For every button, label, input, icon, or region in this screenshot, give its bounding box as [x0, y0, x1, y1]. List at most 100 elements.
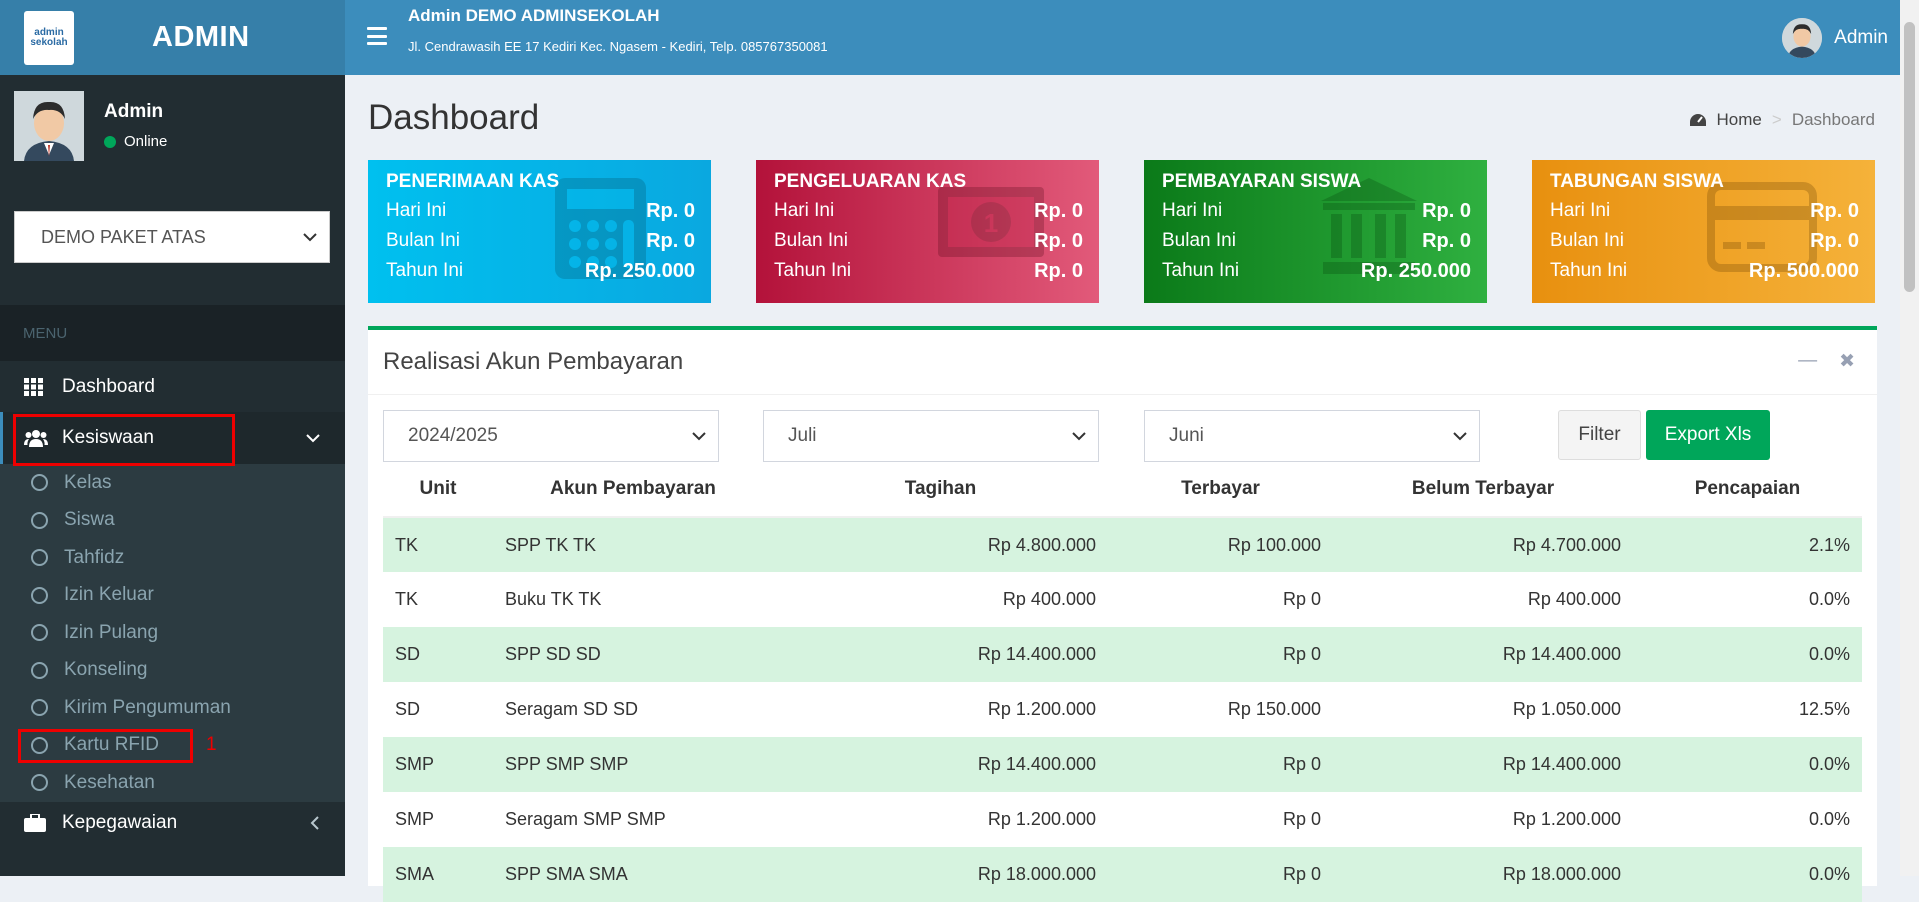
year-select[interactable]: 2024/2025	[383, 410, 719, 462]
submenu-label: Tahfidz	[64, 546, 125, 568]
card-tabungan-siswa: TABUNGAN SISWA Hari Ini Rp. 0 Bulan Ini Rp…	[1532, 160, 1875, 303]
card-row-label: Bulan Ini	[774, 230, 848, 251]
table-cell: Rp 18.000.000	[773, 847, 1108, 902]
submenu-label: Konseling	[64, 659, 148, 681]
card-row-value: Rp. 250.000	[1360, 260, 1471, 282]
nav-kesiswaan[interactable]: Kesiswaan	[0, 412, 345, 466]
chevron-down-icon	[1453, 432, 1467, 441]
top-navbar: Admin DEMO ADMINSEKOLAH Jl. Cendrawasih …	[345, 0, 1900, 75]
table-row: SD Seragam SD SD Rp 1.200.000 Rp 150.000 Rp …	[383, 682, 1862, 737]
submenu-label: Kesehatan	[64, 771, 155, 793]
month-to-select[interactable]: Juni	[1144, 410, 1480, 462]
user-menu[interactable]: Admin	[1782, 18, 1888, 58]
logo-text-line2: sekolah	[30, 36, 68, 48]
submenu-item[interactable]: Konseling	[0, 652, 345, 690]
scrollbar-thumb[interactable]	[1904, 22, 1915, 292]
filter-button[interactable]: Filter	[1558, 410, 1641, 460]
card-row-value: Rp. 0	[1034, 260, 1083, 282]
school-select[interactable]: DEMO PAKET ATAS	[14, 211, 330, 263]
card-row: Hari Ini Rp. 0	[774, 200, 1083, 223]
dashboard-icon	[1689, 114, 1706, 126]
close-icon[interactable]: ✖	[1839, 350, 1855, 373]
menu-header: MENU	[0, 305, 345, 361]
breadcrumb: Home > Dashboard	[1689, 110, 1875, 130]
card-row: Hari Ini Rp. 0	[1550, 200, 1859, 223]
table-cell: Seragam SMP SMP	[505, 809, 666, 829]
school-address: Jl. Cendrawasih EE 17 Kediri Kec. Ngasem…	[408, 39, 828, 54]
table-cell: Rp 1.200.000	[1512, 809, 1621, 829]
card-pembayaran-siswa: PEMBAYARAN SISWA Hari Ini Rp. 0 Bulan Ini…	[1144, 160, 1487, 303]
minimize-icon[interactable]: —	[1798, 350, 1817, 373]
user-status-label: Online	[124, 133, 168, 150]
breadcrumb-current: Dashboard	[1791, 110, 1875, 129]
card-row: Tahun Ini Rp. 500.000	[1550, 260, 1859, 283]
chevron-left-icon	[310, 815, 319, 830]
card-row: Tahun Ini Rp. 0	[774, 260, 1083, 283]
table-cell: Rp 150.000	[1227, 699, 1321, 719]
column-header: Pencapaian	[1633, 462, 1862, 518]
page-title: Dashboard	[368, 98, 540, 137]
column-header: Unit	[383, 462, 493, 518]
table-cell: Seragam SD SD	[505, 699, 639, 719]
column-header: Akun Pembayaran	[493, 462, 773, 518]
table-header-row: Unit Akun Pembayaran Tagihan Terbayar Be…	[383, 462, 1862, 518]
circle-icon	[31, 511, 48, 529]
card-title: TABUNGAN SISWA	[1550, 171, 1724, 192]
avatar	[14, 90, 84, 161]
table-row: SMP Seragam SMP SMP Rp 1.200.000 Rp 0 Rp 1.2…	[383, 792, 1862, 847]
submenu-item[interactable]: Tahfidz	[0, 539, 345, 577]
card-row: Hari Ini Rp. 0	[1162, 200, 1471, 223]
table-cell: SMP	[383, 737, 493, 792]
hamburger-menu-icon[interactable]	[367, 27, 387, 45]
export-xls-button[interactable]: Export Xls	[1646, 410, 1770, 460]
month-from-select[interactable]: Juli	[763, 410, 1099, 462]
breadcrumb-home[interactable]: Home	[1717, 110, 1762, 130]
table-row: SMA SPP SMA SMA Rp 18.000.000 Rp 0 Rp 18.000…	[383, 847, 1862, 902]
card-row: Bulan Ini Rp. 0	[386, 230, 695, 253]
submenu-item[interactable]: Kesehatan	[0, 764, 345, 802]
main-content: Dashboard Home > Dashboard PENERIMAAN KA…	[345, 75, 1900, 902]
submenu-item[interactable]: Kelas	[0, 464, 345, 502]
card-row-value: Rp. 0	[1810, 230, 1859, 252]
submenu-item[interactable]: Siswa	[0, 502, 345, 540]
submenu-item[interactable]: Izin Keluar	[0, 577, 345, 615]
table-cell: Rp 1.200.000	[987, 809, 1096, 829]
card-row-value: Rp. 0	[1422, 230, 1471, 252]
logo-text-line1: admin	[34, 26, 64, 38]
card-penerimaan-kas: PENERIMAAN KAS Hari Ini Rp. 0 Bulan Ini Rp…	[368, 160, 711, 303]
submenu-label: Izin Keluar	[64, 584, 154, 606]
card-row-label: Tahun Ini	[774, 260, 852, 281]
table-cell: 0.0%	[1808, 809, 1850, 829]
table-cell: SMA	[383, 847, 493, 902]
highlight-box	[13, 414, 235, 466]
nav-dashboard[interactable]: Dashboard	[0, 362, 345, 412]
card-row: Tahun Ini Rp. 250.000	[386, 260, 695, 283]
online-status-icon	[104, 135, 116, 148]
submenu-item-kartu-rfid[interactable]: Kartu RFID 1	[0, 727, 345, 765]
card-row-label: Bulan Ini	[386, 230, 460, 251]
table-cell: Rp 14.400.000	[1333, 627, 1633, 682]
realisasi-table: Unit Akun Pembayaran Tagihan Terbayar Be…	[383, 462, 1862, 902]
annotation-number: 1	[206, 734, 217, 756]
nav-kepegawaian[interactable]: Kepegawaian	[0, 802, 345, 844]
logo-bar[interactable]: admin sekolah ADMIN	[0, 0, 345, 75]
submenu-item[interactable]: Kirim Pengumuman	[0, 689, 345, 727]
card-row-label: Tahun Ini	[1162, 260, 1240, 281]
table-cell: Rp 14.400.000	[1333, 737, 1633, 792]
table-cell: Buku TK TK	[505, 589, 602, 609]
table-cell: Rp 400.000	[1527, 589, 1621, 609]
circle-icon	[31, 474, 48, 492]
card-row-value: Rp. 500.000	[1748, 260, 1859, 282]
card-row-label: Bulan Ini	[1550, 230, 1624, 251]
table-cell: Rp 1.200.000	[987, 699, 1096, 719]
card-row: Bulan Ini Rp. 0	[774, 230, 1083, 253]
page-scrollbar[interactable]	[1900, 0, 1919, 876]
table-cell: Rp 400.000	[1002, 589, 1096, 609]
card-row-label: Tahun Ini	[1550, 260, 1628, 281]
submenu-item[interactable]: Izin Pulang	[0, 614, 345, 652]
column-header: Terbayar	[1108, 462, 1333, 518]
card-row-label: Bulan Ini	[1162, 230, 1236, 251]
table-cell: SPP TK TK	[493, 517, 773, 572]
table-row: SMP SPP SMP SMP Rp 14.400.000 Rp 0 Rp 14.400…	[383, 737, 1862, 792]
table-cell: TK	[383, 517, 493, 572]
